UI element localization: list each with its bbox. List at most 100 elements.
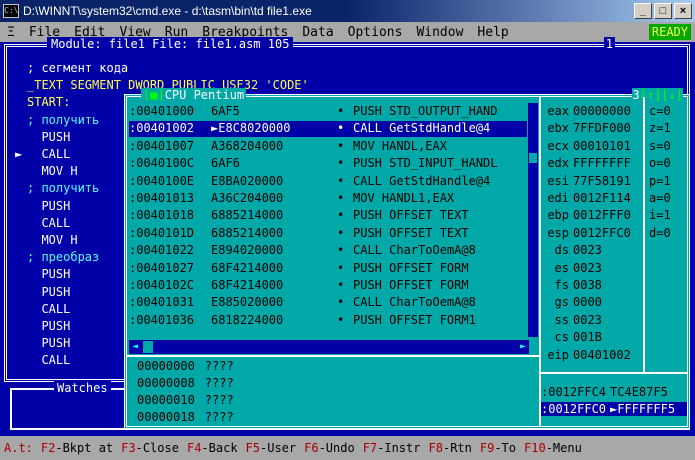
bullet-icon: • — [337, 138, 345, 153]
disassembly-row[interactable]: :0040100E E8BA020000 • CALL GetStdHandle@4 — [129, 174, 527, 190]
memory-dump-row[interactable]: 00000000???? — [137, 359, 234, 373]
hotkey-f6[interactable]: F6-Undo — [304, 441, 355, 455]
minimize-icon[interactable]: _ — [634, 3, 652, 19]
source-line[interactable]: PUSH — [27, 130, 70, 144]
source-line[interactable]: PUSH — [27, 319, 70, 333]
instruction-text: MOV HANDL,EAX — [353, 138, 447, 153]
source-line[interactable]: CALL — [27, 302, 70, 316]
hotkey-f10[interactable]: F10-Menu — [524, 441, 582, 455]
flag-c[interactable]: c=0 — [649, 104, 671, 118]
disassembly-row[interactable]: :0040101D 6885214000 • PUSH OFFSET TEXT — [129, 226, 527, 242]
source-line[interactable]: CALL — [27, 353, 70, 367]
menu-options[interactable]: Options — [341, 25, 410, 40]
register-es[interactable]: es 0023 — [541, 261, 641, 275]
register-value: 0038 — [573, 278, 602, 292]
disassembly-row[interactable]: :00401031 E885020000 • CALL CharToOemA@8 — [129, 295, 527, 311]
source-line[interactable]: PUSH — [27, 267, 70, 281]
register-gs[interactable]: gs 0000 — [541, 295, 641, 309]
flag-value: 0 — [663, 138, 671, 153]
source-line[interactable]: CALL — [27, 147, 70, 161]
register-ecx[interactable]: ecx 00010101 — [541, 139, 641, 153]
scroll-left-icon[interactable]: ◄ — [129, 340, 141, 354]
hotkey-f9[interactable]: F9-To — [480, 441, 516, 455]
register-edi[interactable]: edi 0012F114 — [541, 191, 641, 205]
disassembly-row[interactable]: :0040100C 6AF6 • PUSH STD_INPUT_HANDL — [129, 156, 527, 172]
bullet-icon: • — [337, 191, 345, 205]
code-pane-vertical-scrollbar[interactable] — [528, 103, 538, 337]
disassembly-row[interactable]: :00401036 6818224000 • PUSH OFFSET FORM1 — [129, 313, 527, 329]
register-cs[interactable]: cs 001B — [541, 330, 641, 344]
hotkey-f5[interactable]: F5-User — [246, 441, 297, 455]
source-line[interactable]: ; сегмент кода — [27, 61, 128, 75]
stack-row[interactable]: :0012FFC0 ►FFFFFFF5 — [541, 402, 687, 416]
hotkey-f2[interactable]: F2-Bkpt at — [41, 441, 113, 455]
bullet-icon: • — [337, 104, 345, 118]
register-edx[interactable]: edx FFFFFFFF — [541, 156, 641, 170]
register-esi[interactable]: esi 77F58191 — [541, 174, 641, 188]
hotkey-key: F5 — [245, 441, 260, 455]
scroll-thumb[interactable] — [143, 341, 153, 353]
source-line[interactable]: START: — [27, 95, 70, 109]
register-ebp[interactable]: ebp 0012FFF0 — [541, 208, 641, 222]
disassembly-row[interactable]: :00401018 6885214000 • PUSH OFFSET TEXT — [129, 208, 527, 224]
hotkey-f4[interactable]: F4-Back — [187, 441, 238, 455]
flag-o[interactable]: o=0 — [649, 156, 671, 170]
memory-dump-row[interactable]: 00000018???? — [137, 410, 234, 424]
hotkey-at[interactable]: A.t: — [4, 441, 33, 455]
hotkey-label: -Rtn — [442, 441, 472, 455]
register-eax[interactable]: eax 00000000 — [541, 104, 641, 118]
scroll-right-icon[interactable]: ► — [517, 340, 529, 354]
menu-window[interactable]: Window — [409, 25, 470, 40]
menu-data[interactable]: Data — [295, 25, 340, 40]
source-line[interactable]: ; получить — [27, 113, 99, 127]
register-ds[interactable]: ds 0023 — [541, 243, 641, 257]
source-line[interactable]: PUSH — [27, 336, 70, 350]
disassembly-row[interactable]: :00401002 ►E8C8020000 • CALL GetStdHandle@4 — [129, 121, 527, 138]
instruction-bytes: ►E8C8020000 — [211, 121, 291, 136]
register-esp[interactable]: esp 0012FFC0 — [541, 226, 641, 240]
hotkey-f7[interactable]: F7-Instr — [363, 441, 421, 455]
code-pane-horizontal-scrollbar[interactable]: ◄ ► — [129, 340, 529, 354]
memory-dump-row[interactable]: 00000010???? — [137, 393, 234, 407]
disassembly-row[interactable]: :00401007 A368204000 • MOV HANDL,EAX — [129, 139, 527, 155]
disassembly-row[interactable]: :00401022 E894020000 • CALL CharToOemA@8 — [129, 243, 527, 259]
flag-z[interactable]: z=1 — [649, 121, 671, 135]
register-eip[interactable]: eip 00401002 — [541, 348, 641, 362]
register-fs[interactable]: fs 0038 — [541, 278, 641, 292]
stack-row[interactable]: :0012FFC4 TC4E87F5 — [541, 385, 687, 399]
disassembly-row[interactable]: :00401000 6AF5 • PUSH STD_OUTPUT_HAND — [129, 104, 527, 120]
source-line[interactable]: PUSH — [27, 199, 70, 213]
source-line[interactable]: CALL — [27, 216, 70, 230]
source-line[interactable]: MOV H — [27, 164, 77, 178]
source-line[interactable]: ; получить — [27, 181, 99, 195]
disassembly-row[interactable]: :0040102C 68F4214000 • PUSH OFFSET FORM — [129, 278, 527, 294]
flag-i[interactable]: i=1 — [649, 208, 671, 222]
cpu-close-box[interactable]: [■] — [143, 88, 165, 102]
cpu-zoom-box[interactable]: [↑][↓] — [640, 88, 683, 102]
menu-help[interactable]: Help — [470, 25, 515, 40]
register-ebx[interactable]: ebx 7FFDF000 — [541, 121, 641, 135]
source-line[interactable]: MOV H — [27, 233, 77, 247]
flag-s[interactable]: s=0 — [649, 139, 671, 153]
menu-system[interactable]: Ξ — [0, 25, 22, 40]
flag-value: 0 — [663, 225, 671, 240]
register-ss[interactable]: ss 0023 — [541, 313, 641, 327]
hotkey-f3[interactable]: F3-Close — [121, 441, 179, 455]
register-name: eip — [547, 347, 569, 362]
maximize-icon[interactable]: □ — [654, 3, 672, 19]
scroll-thumb[interactable] — [529, 153, 537, 163]
cpu-window[interactable]: [■]CPU Pentium 3[↑][↓] ◄ ► :00401000 6AF5… — [124, 88, 690, 429]
hotkey-f8[interactable]: F8-Rtn — [429, 441, 472, 455]
flag-d[interactable]: d=0 — [649, 226, 671, 240]
source-line[interactable]: PUSH — [27, 285, 70, 299]
flag-a[interactable]: a=0 — [649, 191, 671, 205]
memory-dump-row[interactable]: 00000008???? — [137, 376, 234, 390]
dump-address: 00000018 — [137, 410, 195, 424]
disassembly-row[interactable]: :00401013 A36C204000 • MOV HANDL1,EAX — [129, 191, 527, 207]
disassembly-row[interactable]: :00401027 68F4214000 • PUSH OFFSET FORM — [129, 261, 527, 277]
flag-p[interactable]: p=1 — [649, 174, 671, 188]
console-title-bar[interactable]: C:\ D:\WINNT\system32\cmd.exe - d:\tasm\… — [0, 0, 695, 22]
console-icon[interactable]: C:\ — [3, 4, 19, 18]
source-line[interactable]: ; преобраз — [27, 250, 99, 264]
close-icon[interactable]: × — [674, 3, 692, 19]
